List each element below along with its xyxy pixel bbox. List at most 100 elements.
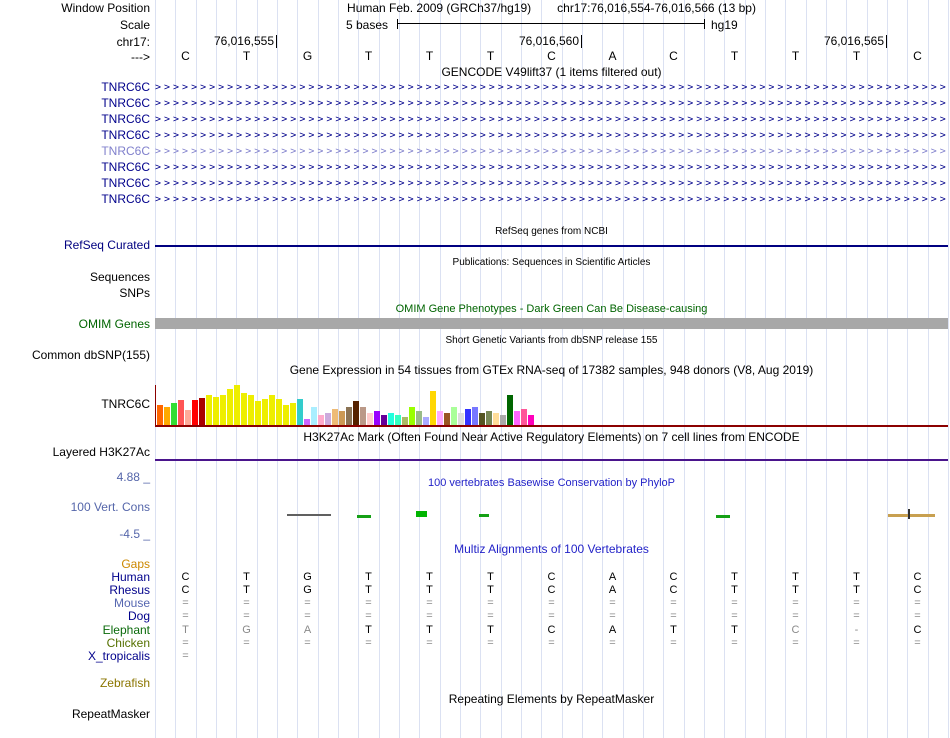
gtex-bar[interactable] <box>185 410 191 425</box>
refseq-curated-item[interactable] <box>155 245 948 247</box>
gtex-bar[interactable] <box>269 395 275 425</box>
gene-transcript-row[interactable]: >>>>>>>>>>>>>>>>>>>>>>>>>>>>>>>>>>>>>>>>… <box>155 161 948 175</box>
gtex-bar[interactable] <box>493 413 499 425</box>
gene-label[interactable]: TNRC6C <box>0 81 150 94</box>
alignment-cell: = <box>670 597 677 609</box>
gtex-bar[interactable] <box>451 407 457 425</box>
gtex-bar[interactable] <box>528 415 534 425</box>
gtex-bar[interactable] <box>164 407 170 425</box>
gtex-gene-label[interactable]: TNRC6C <box>0 398 150 411</box>
gene-transcript-row[interactable]: >>>>>>>>>>>>>>>>>>>>>>>>>>>>>>>>>>>>>>>>… <box>155 177 948 191</box>
gtex-bar[interactable] <box>157 405 163 425</box>
gtex-bar[interactable] <box>297 399 303 425</box>
gtex-bar[interactable] <box>374 411 380 425</box>
gene-label[interactable]: TNRC6C <box>0 161 150 174</box>
gencode-track-title[interactable]: GENCODE V49lift37 (1 items filtered out) <box>155 66 948 78</box>
gtex-bar[interactable] <box>409 407 415 425</box>
alignment-cell: C <box>913 584 922 596</box>
gene-transcript-row[interactable]: >>>>>>>>>>>>>>>>>>>>>>>>>>>>>>>>>>>>>>>>… <box>155 193 948 207</box>
gtex-bar[interactable] <box>290 403 296 425</box>
gtex-bar[interactable] <box>283 405 289 425</box>
snps-label[interactable]: SNPs <box>0 287 150 300</box>
gtex-bar[interactable] <box>318 415 324 425</box>
gtex-bar[interactable] <box>311 407 317 425</box>
alignment-cell: = <box>182 610 189 622</box>
gene-label[interactable]: TNRC6C <box>0 129 150 142</box>
gtex-bar[interactable] <box>353 401 359 425</box>
gene-label[interactable]: TNRC6C <box>0 97 150 110</box>
h3k27ac-label[interactable]: Layered H3K27Ac <box>0 446 150 459</box>
gtex-bar[interactable] <box>206 395 212 425</box>
repeatmasker-track-title[interactable]: Repeating Elements by RepeatMasker <box>155 693 948 705</box>
refseq-curated-label[interactable]: RefSeq Curated <box>0 239 150 252</box>
gtex-bar[interactable] <box>248 395 254 425</box>
gtex-bar[interactable] <box>381 415 387 425</box>
gtex-bar[interactable] <box>192 400 198 425</box>
gtex-bar[interactable] <box>465 409 471 425</box>
gtex-bar[interactable] <box>227 389 233 425</box>
gene-label[interactable]: TNRC6C <box>0 193 150 206</box>
gtex-bar[interactable] <box>332 409 338 425</box>
gtex-bar[interactable] <box>444 413 450 425</box>
gtex-bar[interactable] <box>472 407 478 425</box>
gtex-bar[interactable] <box>199 398 205 425</box>
gtex-bar[interactable] <box>325 413 331 425</box>
alignment-cell: T <box>182 624 189 636</box>
gene-transcript-row[interactable]: >>>>>>>>>>>>>>>>>>>>>>>>>>>>>>>>>>>>>>>>… <box>155 129 948 143</box>
gene-transcript-row[interactable]: >>>>>>>>>>>>>>>>>>>>>>>>>>>>>>>>>>>>>>>>… <box>155 113 948 127</box>
gtex-bar[interactable] <box>437 411 443 425</box>
refseq-track-title[interactable]: RefSeq genes from NCBI <box>155 226 948 238</box>
species-label[interactable]: Zebrafish <box>0 677 150 690</box>
gtex-bar[interactable] <box>388 413 394 425</box>
phylop-track-title[interactable]: 100 vertebrates Basewise Conservation by… <box>155 477 948 489</box>
gtex-bar[interactable] <box>402 417 408 425</box>
gtex-bar[interactable] <box>367 413 373 425</box>
repeatmasker-label[interactable]: RepeatMasker <box>0 708 150 721</box>
gene-transcript-row[interactable]: >>>>>>>>>>>>>>>>>>>>>>>>>>>>>>>>>>>>>>>>… <box>155 145 948 159</box>
gtex-bar[interactable] <box>346 407 352 425</box>
gtex-bar[interactable] <box>479 413 485 425</box>
gtex-bar[interactable] <box>486 411 492 425</box>
publications-track-title[interactable]: Publications: Sequences in Scientific Ar… <box>155 257 948 269</box>
gene-transcript-row[interactable]: >>>>>>>>>>>>>>>>>>>>>>>>>>>>>>>>>>>>>>>>… <box>155 97 948 111</box>
gtex-bar[interactable] <box>241 393 247 425</box>
gtex-bar[interactable] <box>430 391 436 425</box>
gtex-bar[interactable] <box>171 403 177 425</box>
h3k27ac-track-title[interactable]: H3K27Ac Mark (Often Found Near Active Re… <box>155 431 948 443</box>
gtex-bar[interactable] <box>395 415 401 425</box>
phylop-mark <box>357 515 371 518</box>
gtex-bar[interactable] <box>360 407 366 425</box>
omim-track-title[interactable]: OMIM Gene Phenotypes - Dark Green Can Be… <box>155 303 948 315</box>
gtex-bar[interactable] <box>255 401 261 425</box>
alignment-cell: T <box>365 571 372 583</box>
dbsnp-track-title[interactable]: Short Genetic Variants from dbSNP releas… <box>155 335 948 347</box>
dbsnp-label[interactable]: Common dbSNP(155) <box>0 349 150 362</box>
gtex-bar[interactable] <box>262 399 268 425</box>
gene-label[interactable]: TNRC6C <box>0 145 150 158</box>
gtex-bar[interactable] <box>213 397 219 425</box>
gene-label[interactable]: TNRC6C <box>0 113 150 126</box>
gtex-bar[interactable] <box>220 395 226 425</box>
gtex-bar[interactable] <box>276 399 282 425</box>
species-label[interactable]: X_tropicalis <box>0 650 150 663</box>
omim-gene-bar[interactable] <box>155 318 948 329</box>
gtex-bar[interactable] <box>507 395 513 425</box>
species-label[interactable]: Dog <box>0 610 150 623</box>
conservation-track-label[interactable]: 100 Vert. Cons <box>0 501 150 514</box>
gtex-bar[interactable] <box>416 411 422 425</box>
gtex-bar[interactable] <box>178 400 184 425</box>
gtex-bar[interactable] <box>423 417 429 425</box>
gtex-bar[interactable] <box>521 409 527 425</box>
gtex-bar[interactable] <box>339 411 345 425</box>
multiz-track-title[interactable]: Multiz Alignments of 100 Vertebrates <box>155 543 948 555</box>
gtex-bar[interactable] <box>458 413 464 425</box>
alignment-cell: C <box>913 571 922 583</box>
gene-label[interactable]: TNRC6C <box>0 177 150 190</box>
sequences-label[interactable]: Sequences <box>0 271 150 284</box>
gtex-bar[interactable] <box>234 385 240 425</box>
gtex-bar[interactable] <box>514 411 520 425</box>
omim-genes-label[interactable]: OMIM Genes <box>0 318 150 331</box>
gtex-track-title[interactable]: Gene Expression in 54 tissues from GTEx … <box>155 364 948 376</box>
gtex-bar[interactable] <box>500 415 506 425</box>
gene-transcript-row[interactable]: >>>>>>>>>>>>>>>>>>>>>>>>>>>>>>>>>>>>>>>>… <box>155 81 948 95</box>
